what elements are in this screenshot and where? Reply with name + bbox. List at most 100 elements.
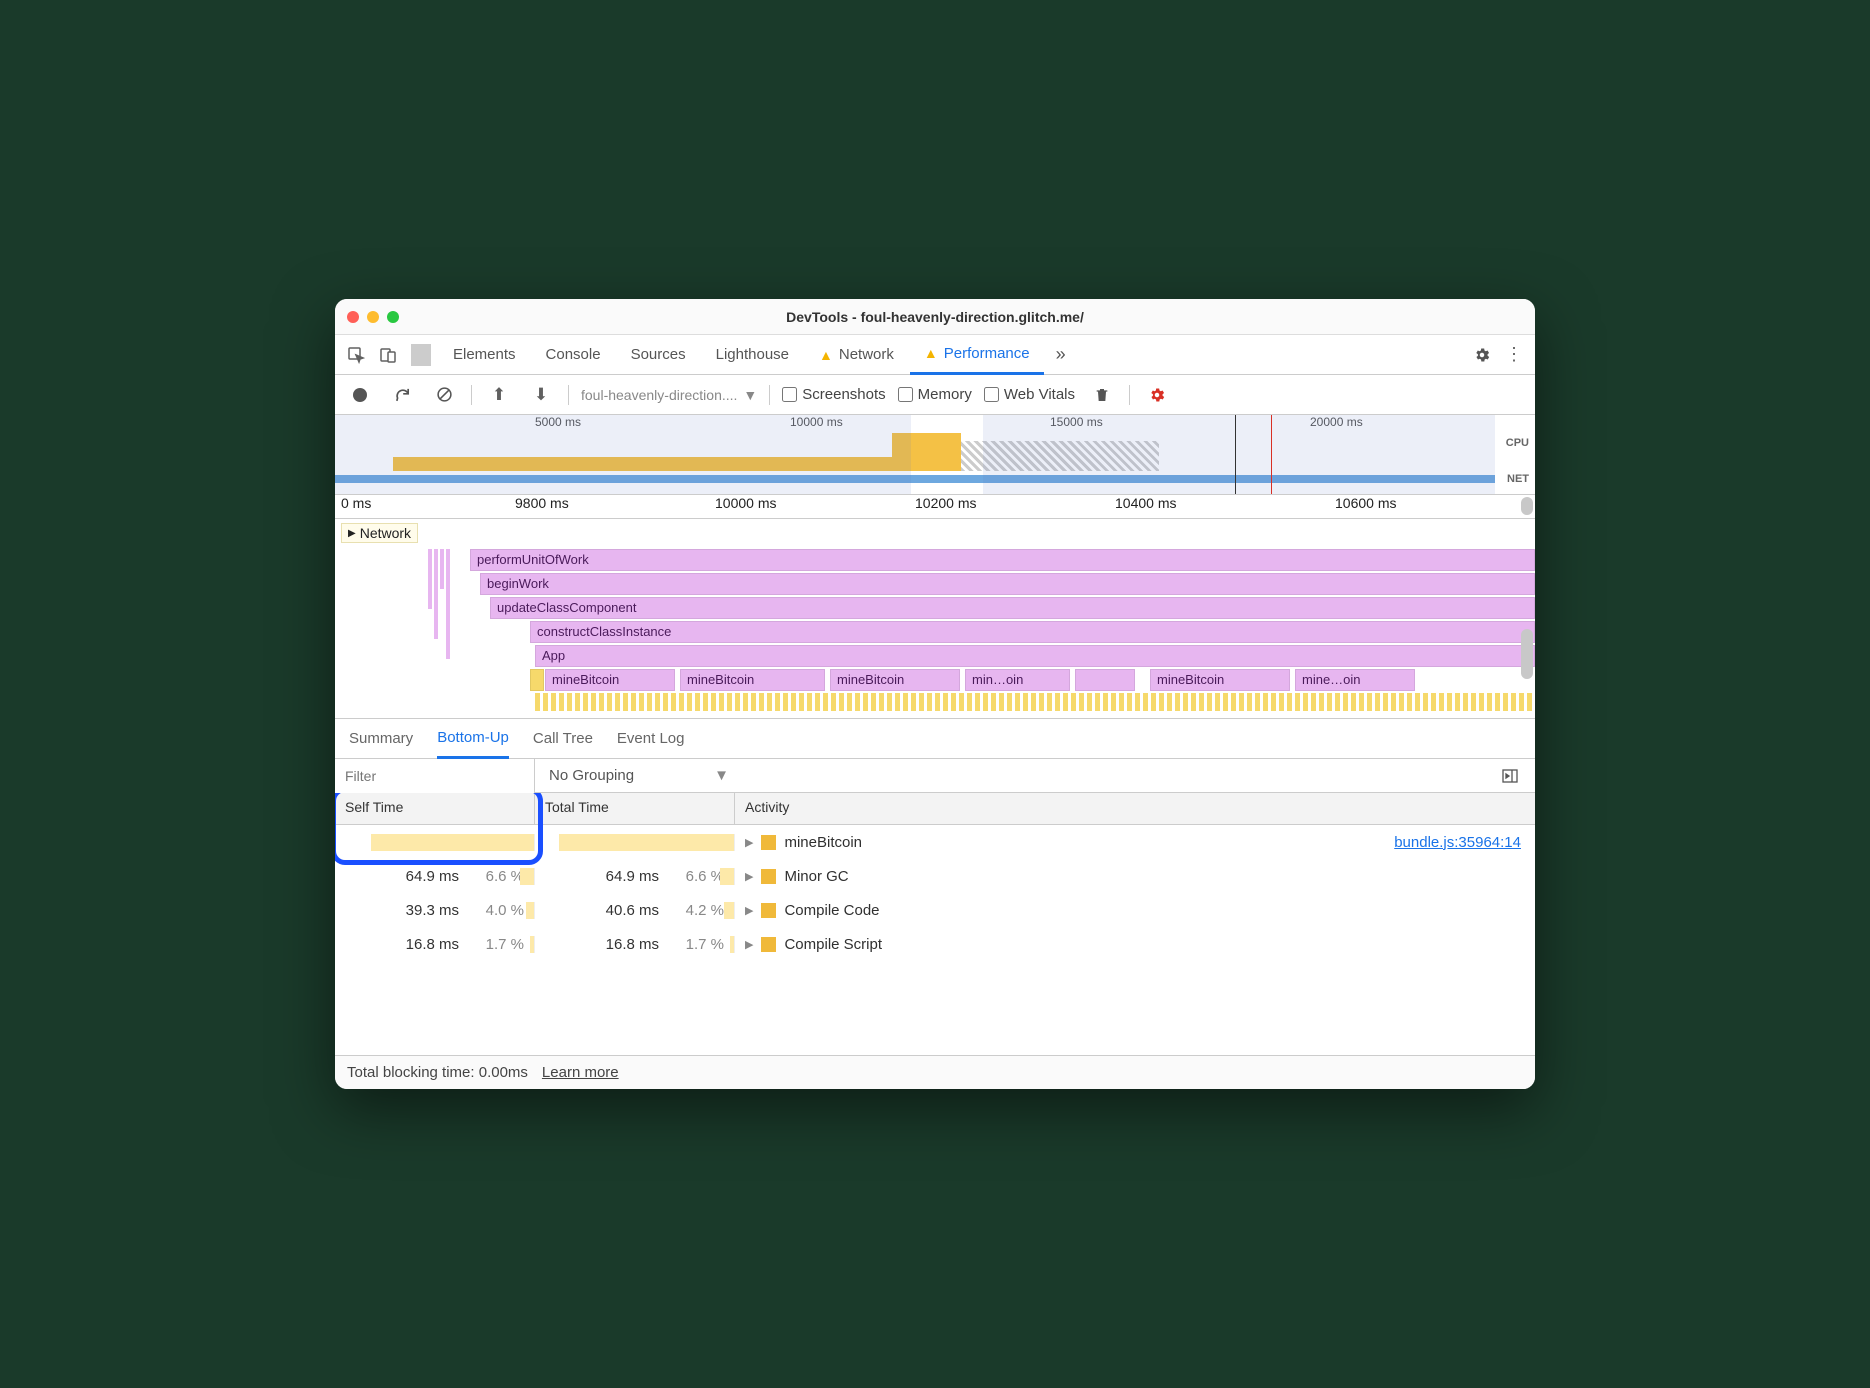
- separator: [769, 385, 770, 405]
- reload-icon[interactable]: [387, 380, 417, 410]
- separator: [471, 385, 472, 405]
- self-time-cell: 798.9 ms81.7 %: [335, 834, 535, 851]
- clear-icon[interactable]: [429, 380, 459, 410]
- subtab-eventlog[interactable]: Event Log: [617, 719, 685, 759]
- capture-settings-gear-icon[interactable]: [1142, 380, 1172, 410]
- grouping-dropdown[interactable]: No Grouping▼: [535, 767, 743, 784]
- network-track-header[interactable]: ▶Network: [341, 523, 418, 543]
- activity-name: Compile Code: [784, 902, 879, 919]
- tab-elements[interactable]: Elements: [439, 335, 530, 375]
- device-toggle-icon[interactable]: [373, 340, 403, 370]
- flame-bar[interactable]: constructClassInstance: [530, 621, 1535, 643]
- total-time-cell: 40.6 ms4.2 %: [535, 902, 735, 919]
- settings-gear-icon[interactable]: [1467, 340, 1497, 370]
- overview-mask-right: [983, 415, 1495, 494]
- details-tabs: Summary Bottom-Up Call Tree Event Log: [335, 719, 1535, 759]
- titlebar: DevTools - foul-heavenly-direction.glitc…: [335, 299, 1535, 335]
- timeline-overview[interactable]: 5000 ms 10000 ms 15000 ms 20000 ms CPU N…: [335, 415, 1535, 495]
- net-label: NET: [1507, 473, 1529, 485]
- scrollbar-thumb[interactable]: [1521, 629, 1533, 679]
- flame-bar[interactable]: mineBitcoin: [680, 669, 825, 691]
- warning-icon: ▲: [819, 347, 833, 363]
- panel-tabs: Elements Console Sources Lighthouse ▲Net…: [335, 335, 1535, 375]
- filter-input[interactable]: [335, 759, 535, 793]
- total-time-cell: 16.8 ms1.7 %: [535, 936, 735, 953]
- flame-bar[interactable]: App: [535, 645, 1535, 667]
- bottomup-table: Self Time Total Time Activity 798.9 ms81…: [335, 793, 1535, 1055]
- table-row[interactable]: 64.9 ms6.6 %64.9 ms6.6 %▶Minor GC: [335, 859, 1535, 893]
- recording-dropdown[interactable]: foul-heavenly-direction....▼: [581, 387, 757, 403]
- download-icon[interactable]: ⬇: [526, 380, 556, 410]
- flame-micro-bars: [428, 549, 450, 659]
- flame-bar[interactable]: [1075, 669, 1135, 691]
- more-tabs-icon[interactable]: »: [1046, 340, 1076, 370]
- tab-lighthouse[interactable]: Lighthouse: [702, 335, 803, 375]
- flame-bar[interactable]: min…oin: [965, 669, 1070, 691]
- devtools-window: DevTools - foul-heavenly-direction.glitc…: [335, 299, 1535, 1089]
- memory-checkbox[interactable]: Memory: [898, 386, 972, 403]
- sidebar-toggle-icon[interactable]: [1495, 761, 1525, 791]
- tab-performance[interactable]: ▲Performance: [910, 335, 1044, 375]
- kebab-menu-icon[interactable]: ⋮: [1499, 340, 1529, 370]
- category-swatch-icon: [761, 835, 776, 850]
- webvitals-checkbox[interactable]: Web Vitals: [984, 386, 1075, 403]
- marker-line: [1235, 415, 1236, 494]
- flame-chart[interactable]: ▶Network performUnitOfWork beginWork upd…: [335, 519, 1535, 719]
- col-activity[interactable]: Activity: [735, 793, 1535, 824]
- expand-icon[interactable]: ▶: [745, 836, 753, 849]
- subtab-bottomup[interactable]: Bottom-Up: [437, 719, 509, 759]
- tab-console[interactable]: Console: [532, 335, 615, 375]
- table-header: Self Time Total Time Activity: [335, 793, 1535, 825]
- activity-cell: ▶Minor GC: [735, 868, 1535, 885]
- tab-network[interactable]: ▲Network: [805, 335, 908, 375]
- total-time-cell: 860.7 ms88.1 %: [535, 834, 735, 851]
- expand-icon[interactable]: ▶: [745, 904, 753, 917]
- record-icon[interactable]: [345, 380, 375, 410]
- flame-bar[interactable]: updateClassComponent: [490, 597, 1535, 619]
- separator: [568, 385, 569, 405]
- self-time-cell: 64.9 ms6.6 %: [335, 868, 535, 885]
- status-footer: Total blocking time: 0.00ms Learn more: [335, 1055, 1535, 1089]
- category-swatch-icon: [761, 869, 776, 884]
- expand-icon[interactable]: ▶: [745, 938, 753, 951]
- col-total-time[interactable]: Total Time: [535, 793, 735, 824]
- overview-mask-left: [335, 415, 911, 494]
- inspect-icon[interactable]: [341, 340, 371, 370]
- screenshots-checkbox[interactable]: Screenshots: [782, 386, 885, 403]
- flame-ruler[interactable]: 0 ms 9800 ms 10000 ms 10200 ms 10400 ms …: [335, 495, 1535, 519]
- activity-name: Compile Script: [784, 936, 882, 953]
- marker-line-red: [1271, 415, 1272, 494]
- activity-cell: ▶ Compile Code: [735, 902, 1535, 919]
- self-time-cell: 16.8 ms1.7 %: [335, 936, 535, 953]
- flame-bar[interactable]: mineBitcoin: [830, 669, 960, 691]
- flame-bar-yellow[interactable]: [530, 669, 544, 691]
- category-swatch-icon: [761, 937, 776, 952]
- activity-cell: ▶ Compile Script: [735, 936, 1535, 953]
- category-swatch-icon: [761, 903, 776, 918]
- tbt-label: Total blocking time: 0.00ms: [347, 1064, 528, 1081]
- table-row[interactable]: 16.8 ms1.7 %16.8 ms1.7 % ▶ Compile Script: [335, 927, 1535, 961]
- table-row[interactable]: 39.3 ms4.0 %40.6 ms4.2 % ▶ Compile Code: [335, 893, 1535, 927]
- trash-icon[interactable]: [1087, 380, 1117, 410]
- scrollbar-thumb[interactable]: [1521, 497, 1533, 515]
- flame-ticks: [535, 693, 1535, 711]
- flame-bar[interactable]: mineBitcoin: [1150, 669, 1290, 691]
- expand-icon[interactable]: ▶: [745, 870, 753, 883]
- self-time-cell: 39.3 ms4.0 %: [335, 902, 535, 919]
- flame-bar[interactable]: performUnitOfWork: [470, 549, 1535, 571]
- flame-bar[interactable]: mineBitcoin: [545, 669, 675, 691]
- tab-sources[interactable]: Sources: [617, 335, 700, 375]
- table-row[interactable]: 798.9 ms81.7 %860.7 ms88.1 % ▶ mineBitcoin…: [335, 825, 1535, 859]
- source-link[interactable]: bundle.js:35964:14: [1394, 834, 1521, 851]
- subtab-calltree[interactable]: Call Tree: [533, 719, 593, 759]
- learn-more-link[interactable]: Learn more: [542, 1064, 619, 1081]
- cpu-label: CPU: [1506, 437, 1529, 449]
- flame-bar[interactable]: beginWork: [480, 573, 1535, 595]
- subtab-summary[interactable]: Summary: [349, 719, 413, 759]
- warning-icon: ▲: [924, 345, 938, 361]
- activity-name: mineBitcoin: [784, 834, 862, 851]
- col-self-time[interactable]: Self Time: [335, 793, 535, 824]
- separator: [411, 344, 431, 366]
- upload-icon[interactable]: ⬆: [484, 380, 514, 410]
- flame-bar[interactable]: mine…oin: [1295, 669, 1415, 691]
